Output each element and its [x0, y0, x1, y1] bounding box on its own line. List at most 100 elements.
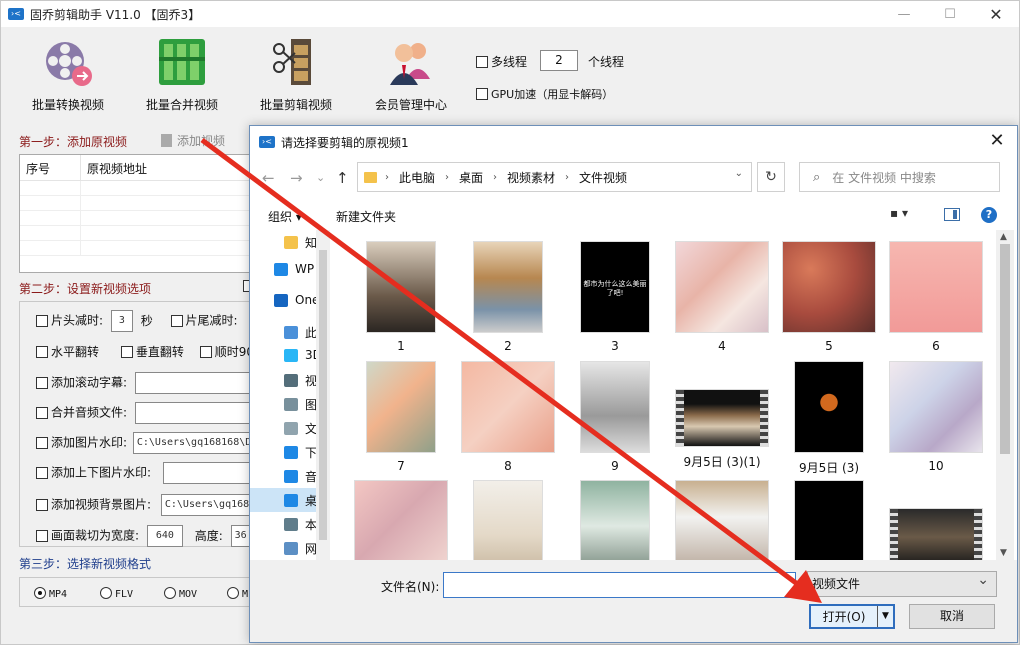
refresh-button[interactable]: ↻ [757, 162, 785, 192]
address-bar[interactable]: › 此电脑 › 桌面 › 视频素材 › 文件视频 ⌄ [357, 162, 752, 192]
close-button[interactable]: ✕ [973, 1, 1019, 27]
crop-width-input[interactable]: 640 [146, 525, 183, 547]
file-item[interactable]: 7 [351, 362, 451, 473]
table-row [20, 181, 258, 196]
scroll-subtitle-input[interactable] [134, 372, 255, 394]
gpu-checkbox[interactable] [476, 88, 488, 100]
scroll-up-icon[interactable]: ▲ [1000, 232, 1007, 242]
member-center-button[interactable]: 会员管理中心 [356, 35, 466, 113]
rotate90-checkbox[interactable] [199, 346, 212, 358]
back-button[interactable]: ← [262, 164, 275, 192]
bg-image-checkbox[interactable] [36, 498, 48, 511]
tail-cut-checkbox[interactable] [170, 314, 183, 327]
file-item[interactable] [458, 481, 558, 560]
merge-audio-checkbox[interactable] [36, 406, 48, 419]
image-watermark-input[interactable]: C:\Users\gq168168\D [132, 432, 253, 454]
breadcrumb-desktop[interactable]: 桌面 [459, 169, 483, 186]
file-item[interactable]: 6 [886, 242, 986, 353]
file-grid-scrollbar[interactable]: ▲ ▼ [996, 230, 1014, 560]
file-item[interactable]: 2 [458, 242, 558, 353]
forward-button[interactable]: → [290, 164, 303, 192]
file-item[interactable]: 9 [565, 362, 665, 473]
file-item[interactable] [351, 481, 451, 560]
file-item[interactable] [886, 481, 986, 560]
multithread-checkbox[interactable] [476, 56, 488, 68]
file-item[interactable]: 都市为什么这么美丽了吧! 3 [565, 242, 665, 353]
breadcrumb-video-material[interactable]: 视频素材 [507, 169, 555, 186]
dialog-close-button[interactable]: ✕ [977, 126, 1017, 158]
bg-image-input[interactable]: C:\Users\gq168 [160, 494, 251, 516]
crop-checkbox[interactable] [36, 529, 48, 542]
filename-label: 文件名(N): [381, 580, 440, 594]
scrollbar-thumb[interactable] [1000, 244, 1010, 454]
bg-image-label: 添加视频背景图片: [51, 497, 152, 512]
format-mov[interactable]: MOV [164, 587, 197, 600]
breadcrumb-this-pc[interactable]: 此电脑 [399, 169, 435, 186]
image-watermark-checkbox[interactable] [36, 436, 48, 449]
format-mp4-radio[interactable] [34, 587, 46, 599]
tb-watermark-input[interactable] [162, 462, 253, 484]
file-thumbnail [676, 242, 768, 332]
navigation-scrollbar[interactable] [316, 230, 330, 560]
dialog-app-icon: ›< [259, 136, 275, 148]
tb-watermark-checkbox[interactable] [36, 466, 48, 479]
file-item[interactable] [672, 481, 772, 560]
change-view-button[interactable]: ▪ ▾ [890, 206, 908, 220]
batch-convert-button[interactable]: 批量转换视频 [13, 35, 123, 113]
new-folder-button[interactable]: 新建文件夹 [336, 208, 396, 225]
file-thumbnail [676, 390, 768, 446]
minimize-button[interactable]: — [881, 1, 927, 27]
file-item[interactable]: 1 [351, 242, 451, 353]
breadcrumb-separator: › [565, 171, 570, 183]
add-video-button[interactable]: 添加视频 [161, 132, 225, 149]
file-item[interactable] [779, 481, 879, 560]
file-thumbnail [462, 362, 554, 452]
scrollbar-thumb[interactable] [319, 250, 327, 540]
thread-count-input[interactable]: 2 [540, 50, 578, 71]
format-flv[interactable]: FLV [100, 587, 133, 600]
file-item[interactable] [565, 481, 665, 560]
up-button[interactable]: ↑ [336, 164, 349, 192]
format-m-radio[interactable] [227, 587, 239, 599]
format-m[interactable]: M [227, 587, 248, 600]
file-thumbnail [367, 362, 435, 452]
file-item[interactable]: 4 [672, 242, 772, 353]
format-mp4[interactable]: MP4 [34, 587, 67, 600]
hflip-checkbox[interactable] [36, 346, 48, 358]
head-cut-checkbox[interactable] [36, 314, 48, 327]
head-cut-input[interactable]: 3 [110, 310, 133, 332]
file-item[interactable]: 8 [458, 362, 558, 473]
file-grid: 1 2 都市为什么这么美丽了吧! 3 4 5 6 7 8 9 9月5日 (3)(1) 9月5日 (3)… [331, 230, 996, 560]
tb-watermark-row: 添加上下图片水印: [36, 462, 253, 484]
filename-input[interactable] [443, 572, 796, 598]
preview-pane-icon[interactable] [944, 208, 960, 221]
scroll-down-icon[interactable]: ▼ [1000, 548, 1007, 558]
search-input[interactable]: ⌕ 在 文件视频 中搜索 [799, 162, 1000, 192]
file-item[interactable]: 9月5日 (3) [779, 362, 879, 476]
file-thumbnail [890, 362, 982, 452]
scroll-subtitle-checkbox[interactable] [36, 376, 48, 389]
file-thumbnail [676, 481, 768, 560]
batch-merge-button[interactable]: 批量合并视频 [127, 35, 237, 113]
cancel-button[interactable]: 取消 [909, 604, 995, 629]
chevron-down-icon[interactable]: ⌄ [735, 168, 743, 179]
maximize-button[interactable]: ☐ [927, 1, 973, 27]
multithread-option[interactable]: 多线程 [476, 53, 527, 70]
help-icon[interactable]: ? [981, 207, 997, 223]
organize-button[interactable]: 组织 ▾ [268, 208, 302, 225]
recent-locations-button[interactable]: ⌄ [316, 164, 325, 192]
file-item[interactable]: 10 [886, 362, 986, 473]
open-button[interactable]: 打开(O) ▼ [809, 604, 895, 629]
merge-audio-input[interactable] [134, 402, 255, 424]
source-video-table[interactable]: 序号 原视频地址 [19, 154, 259, 273]
format-mov-radio[interactable] [164, 587, 176, 599]
file-item[interactable]: 9月5日 (3)(1) [672, 362, 772, 470]
gpu-option[interactable]: GPU加速（用显卡解码） [476, 86, 613, 102]
open-dropdown-icon[interactable]: ▼ [877, 606, 893, 627]
format-flv-radio[interactable] [100, 587, 112, 599]
breadcrumb-file-video[interactable]: 文件视频 [579, 169, 627, 186]
vflip-checkbox[interactable] [120, 346, 133, 358]
file-item[interactable]: 5 [779, 242, 879, 353]
batch-edit-button[interactable]: 批量剪辑视频 [241, 35, 351, 113]
filetype-select[interactable]: 视频文件 [807, 568, 997, 597]
